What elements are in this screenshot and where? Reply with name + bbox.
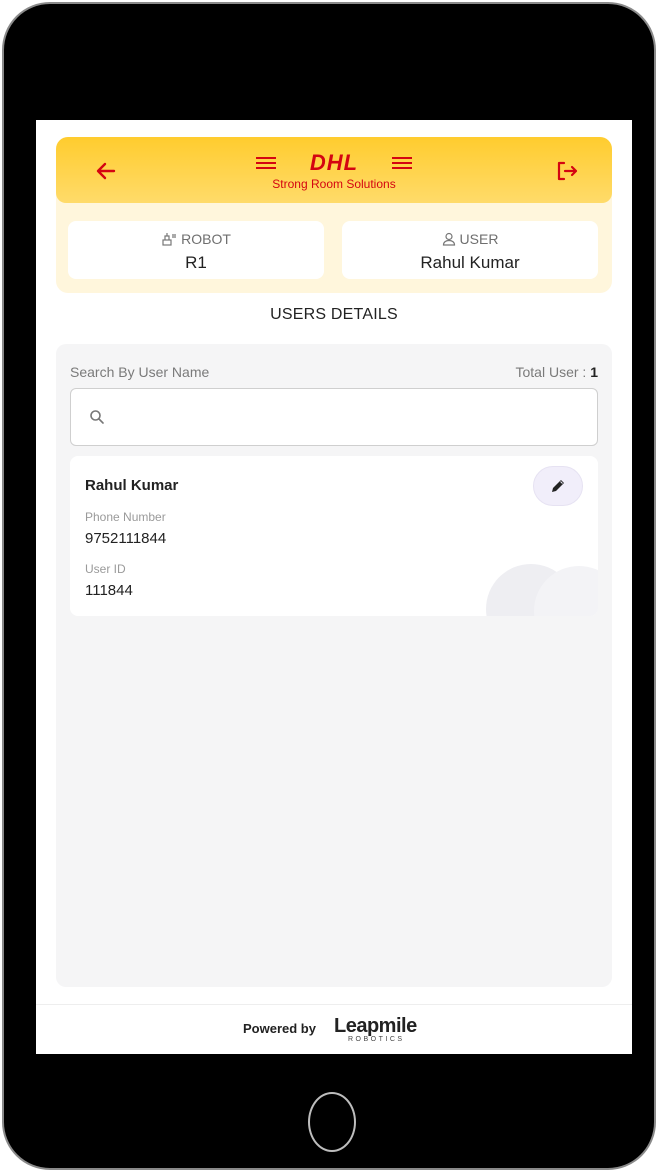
user-value: Rahul Kumar (420, 253, 520, 272)
leapmile-logo-sub: ROBOTICS (348, 1036, 405, 1043)
header-subtitle: Strong Room Solutions (272, 177, 396, 191)
robot-label-row: ROBOT (68, 231, 324, 247)
logout-button[interactable] (552, 157, 580, 185)
pencil-icon (552, 480, 564, 492)
user-label-row: USER (342, 231, 598, 247)
edit-user-button[interactable] (533, 466, 583, 506)
leapmile-logo: Leapmile (334, 1015, 417, 1037)
total-user-label: Total User : (515, 364, 587, 380)
search-input[interactable] (117, 401, 581, 435)
user-list-item[interactable]: Rahul Kumar Phone Number 9752111844 User… (70, 456, 598, 616)
robot-label: ROBOT (181, 231, 231, 247)
phone-label: Phone Number (85, 510, 166, 524)
robot-card: ROBOT R1 (68, 221, 324, 279)
total-user: Total User : 1 (516, 364, 599, 380)
robot-icon (162, 233, 177, 246)
user-id-label: User ID (85, 562, 126, 576)
user-icon (442, 232, 455, 246)
robot-value: R1 (185, 253, 207, 272)
logout-icon (557, 161, 578, 181)
users-panel: Search By User Name Total User : 1 Rahul… (56, 344, 612, 987)
search-icon (90, 410, 104, 424)
app-header: DHL Strong Room Solutions ROBOT R1 USER … (56, 137, 612, 293)
footer: Powered by Leapmile ROBOTICS (36, 1004, 632, 1054)
powered-by-label: Powered by (243, 1021, 316, 1036)
dhl-logo: DHL (256, 151, 412, 173)
phone-value: 9752111844 (85, 530, 167, 547)
search-label: Search By User Name (70, 364, 210, 380)
home-button[interactable] (308, 1092, 356, 1152)
section-title: USERS DETAILS (270, 306, 398, 323)
search-box (70, 388, 598, 446)
device-frame: DHL Strong Room Solutions ROBOT R1 USER … (2, 2, 656, 1170)
user-id-value: 111844 (85, 582, 133, 599)
header-bar: DHL Strong Room Solutions (56, 137, 612, 203)
total-user-count: 1 (590, 364, 598, 380)
svg-text:DHL: DHL (310, 151, 358, 173)
app-screen: DHL Strong Room Solutions ROBOT R1 USER … (36, 120, 632, 1054)
user-card-header: USER Rahul Kumar (342, 221, 598, 279)
user-label: USER (459, 231, 499, 247)
user-name: Rahul Kumar (85, 477, 179, 494)
